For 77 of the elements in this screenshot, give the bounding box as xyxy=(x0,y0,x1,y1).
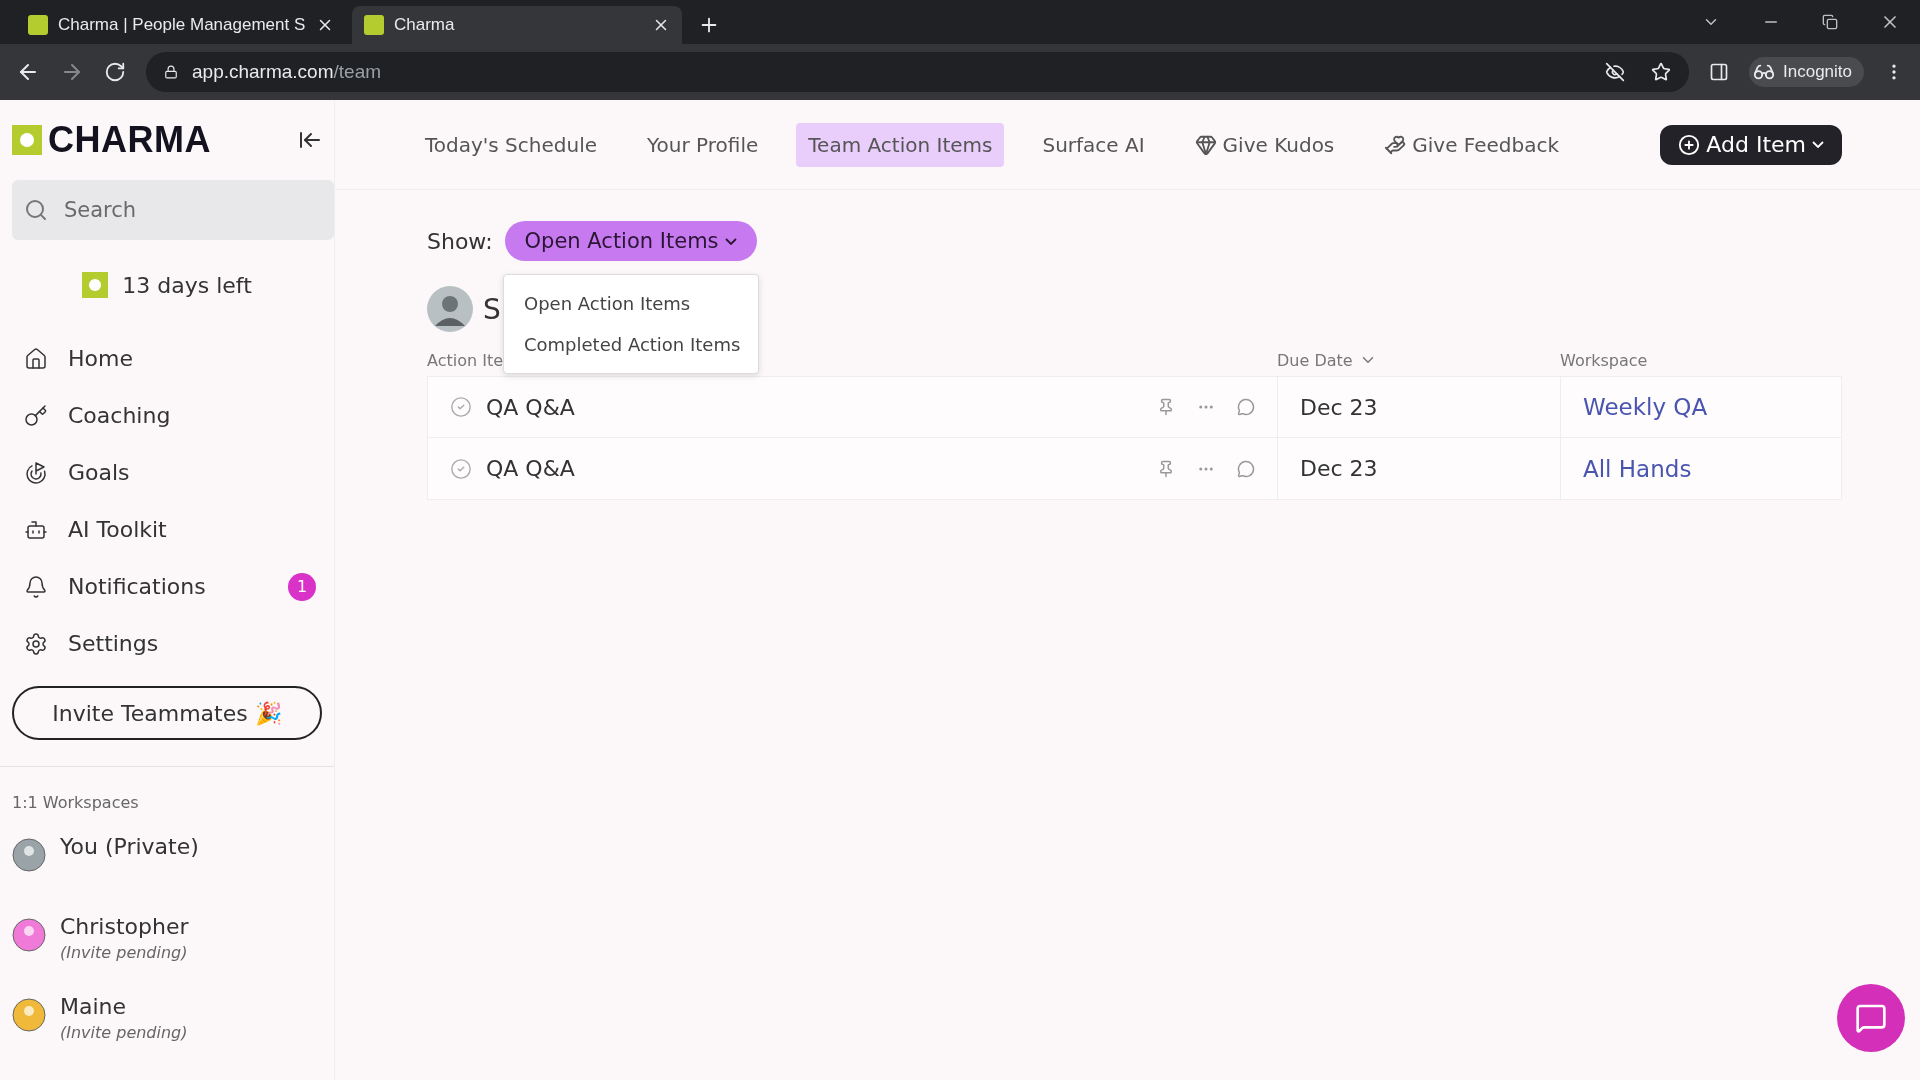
logo-icon xyxy=(12,125,42,155)
nav-tab[interactable]: Today's Schedule xyxy=(413,122,610,167)
url-path: /team xyxy=(333,61,382,83)
workspace-name[interactable]: Christopher xyxy=(60,914,189,939)
due-date: Dec 23 xyxy=(1300,394,1378,420)
gem-icon xyxy=(1194,133,1217,156)
tab-title: Charma xyxy=(394,15,456,35)
plus-icon xyxy=(1678,133,1701,156)
sidebar-item[interactable]: AI Toolkit xyxy=(12,501,322,558)
logo: CHARMA xyxy=(48,119,211,161)
sidebar-item-icon xyxy=(24,631,48,656)
invite-teammates-button[interactable]: Invite Teammates 🎉 xyxy=(12,686,322,740)
nav-tab[interactable]: Give Feedback xyxy=(1372,122,1572,167)
workspace-name[interactable]: You (Private) xyxy=(60,834,199,859)
due-date: Dec 23 xyxy=(1300,456,1378,481)
menu-item[interactable]: Open Action Items xyxy=(504,283,758,324)
nav-tab[interactable]: Surface AI xyxy=(1030,122,1157,167)
filter-dropdown[interactable]: Open Action Items xyxy=(504,221,757,261)
reload-icon[interactable] xyxy=(104,61,126,83)
column-header: Workspace xyxy=(1560,350,1649,370)
lock-icon xyxy=(164,65,178,79)
nav-tab[interactable]: Your Profile xyxy=(635,122,771,167)
action-item-title[interactable]: QA Q&A xyxy=(486,394,575,420)
comment-icon[interactable] xyxy=(1237,459,1255,478)
browser-tab[interactable]: Charma xyxy=(352,6,682,44)
workspace-link[interactable]: Weekly QA xyxy=(1583,394,1708,420)
address-bar[interactable]: app.charma.com/team xyxy=(146,52,1689,92)
person-name: S xyxy=(483,292,501,326)
invite-status: (Invite pending) xyxy=(60,1023,188,1042)
sidebar-item[interactable]: Home xyxy=(12,330,322,387)
hand-heart-icon xyxy=(1384,133,1407,156)
pin-icon[interactable] xyxy=(1157,459,1175,478)
profile-button[interactable]: Incognito xyxy=(1749,57,1864,87)
section-heading: 1:1 Workspaces xyxy=(12,793,140,812)
comment-icon[interactable] xyxy=(1237,398,1255,416)
caret-icon xyxy=(724,237,737,245)
action-item-title[interactable]: QA Q&A xyxy=(486,456,575,481)
sidebar-item[interactable]: Settings xyxy=(12,615,322,672)
complete-check-icon[interactable] xyxy=(450,396,472,418)
sidebar-item-icon xyxy=(24,346,48,371)
column-header: Action Ite xyxy=(427,350,505,370)
avatar xyxy=(427,286,473,332)
search-field[interactable]: Search xyxy=(12,180,334,240)
pin-icon[interactable] xyxy=(1157,398,1175,416)
sidebar-item-icon xyxy=(24,574,48,599)
sidebar-item[interactable]: Coaching xyxy=(12,387,322,444)
complete-check-icon[interactable] xyxy=(450,457,472,480)
sidebar-item-icon xyxy=(24,403,48,428)
menu-item[interactable]: Completed Action Items xyxy=(504,324,758,365)
workspace-link[interactable]: All Hands xyxy=(1583,455,1692,482)
side-panel-icon[interactable] xyxy=(1709,62,1729,82)
sidebar-item[interactable]: Notifications 1 xyxy=(12,558,322,615)
nav-tab[interactable]: Give Kudos xyxy=(1182,122,1347,167)
sidebar-item-icon xyxy=(24,460,48,485)
trial-days-left: 13 days left xyxy=(122,272,252,298)
restore-icon[interactable] xyxy=(1822,14,1838,30)
workspace-name[interactable]: Maine xyxy=(60,994,188,1019)
url-host: app.charma.com xyxy=(192,61,334,83)
bookmark-star-icon[interactable] xyxy=(1651,62,1671,82)
eye-off-icon[interactable] xyxy=(1605,62,1625,82)
notification-badge: 1 xyxy=(288,572,316,601)
caret-icon xyxy=(1812,141,1824,148)
search-icon xyxy=(24,198,48,222)
nav-tab[interactable]: Team Action Items xyxy=(796,122,1005,167)
invite-status: (Invite pending) xyxy=(60,943,189,962)
sidebar-item[interactable]: Goals xyxy=(12,444,322,501)
filter-label: Show: xyxy=(427,228,493,254)
tab-title: Charma | People Management S xyxy=(58,15,306,35)
avatar xyxy=(12,918,46,952)
avatar xyxy=(12,998,46,1032)
favicon-icon xyxy=(28,15,48,35)
column-header[interactable]: Due Date xyxy=(1277,350,1560,370)
chat-icon xyxy=(1855,1002,1887,1034)
browser-tab[interactable]: Charma | People Management S xyxy=(16,6,346,44)
add-item-button[interactable]: Add Item xyxy=(1660,124,1842,165)
avatar xyxy=(12,838,46,872)
favicon-icon xyxy=(364,15,384,35)
